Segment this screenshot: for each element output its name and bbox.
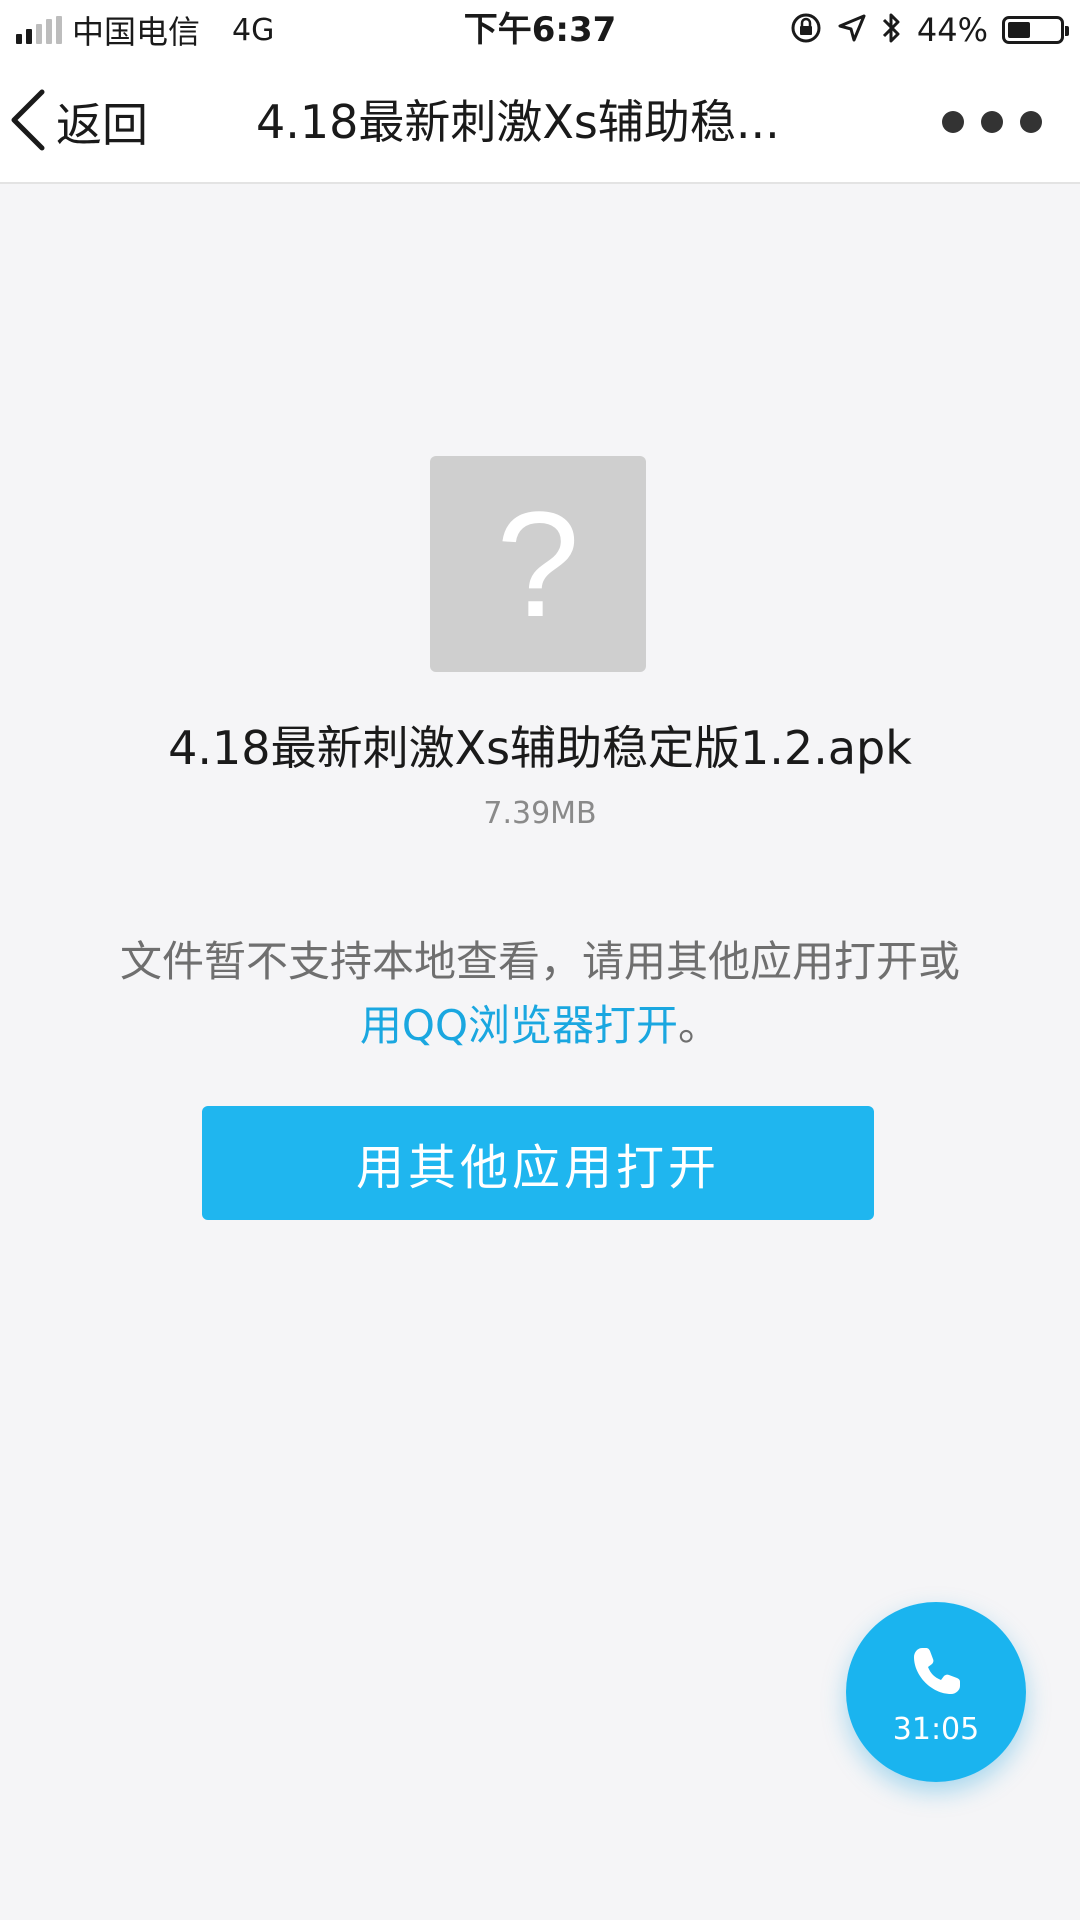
network-type: 4G — [232, 12, 275, 48]
location-arrow-icon — [837, 13, 867, 47]
page-title: 4.18最新刺激Xs辅助稳... — [256, 95, 780, 149]
more-options-button[interactable] — [942, 104, 1042, 140]
open-with-other-app-button[interactable]: 用其他应用打开 — [202, 1106, 874, 1220]
signal-strength-icon — [16, 16, 62, 44]
status-bar: 中国电信 4G 下午6:37 44% — [0, 0, 1080, 60]
bluetooth-icon — [881, 11, 903, 49]
unsupported-file-message: 文件暂不支持本地查看，请用其他应用打开或用QQ浏览器打开。 — [120, 930, 960, 1058]
orientation-lock-icon — [789, 11, 823, 49]
more-dot-icon — [942, 111, 964, 133]
battery-percent: 44% — [916, 11, 988, 49]
message-text: 文件暂不支持本地查看，请用其他应用打开或 — [120, 937, 961, 986]
more-dot-icon — [1020, 111, 1042, 133]
file-size: 7.39MB — [483, 796, 597, 831]
chevron-left-icon — [8, 88, 48, 156]
more-dot-icon — [981, 111, 1003, 133]
message-text-end: 。 — [678, 1001, 721, 1050]
status-bar-right: 44% — [789, 8, 1069, 52]
unknown-file-icon: ? — [430, 456, 646, 672]
carrier-name: 中国电信 — [72, 13, 201, 51]
question-mark-icon: ? — [496, 480, 580, 648]
battery-icon — [1002, 16, 1069, 44]
phone-icon — [906, 1638, 966, 1706]
call-duration: 31:05 — [892, 1711, 980, 1747]
open-in-qq-browser-link[interactable]: 用QQ浏览器打开 — [360, 1001, 678, 1050]
navigation-bar: 返回 4.18最新刺激Xs辅助稳... — [0, 60, 1080, 184]
status-bar-left: 中国电信 4G — [16, 8, 274, 52]
file-name: 4.18最新刺激Xs辅助稳定版1.2.apk — [168, 721, 912, 775]
ongoing-call-bubble[interactable]: 31:05 — [846, 1602, 1026, 1782]
back-label: 返回 — [56, 98, 148, 152]
back-button[interactable]: 返回 — [8, 84, 148, 160]
